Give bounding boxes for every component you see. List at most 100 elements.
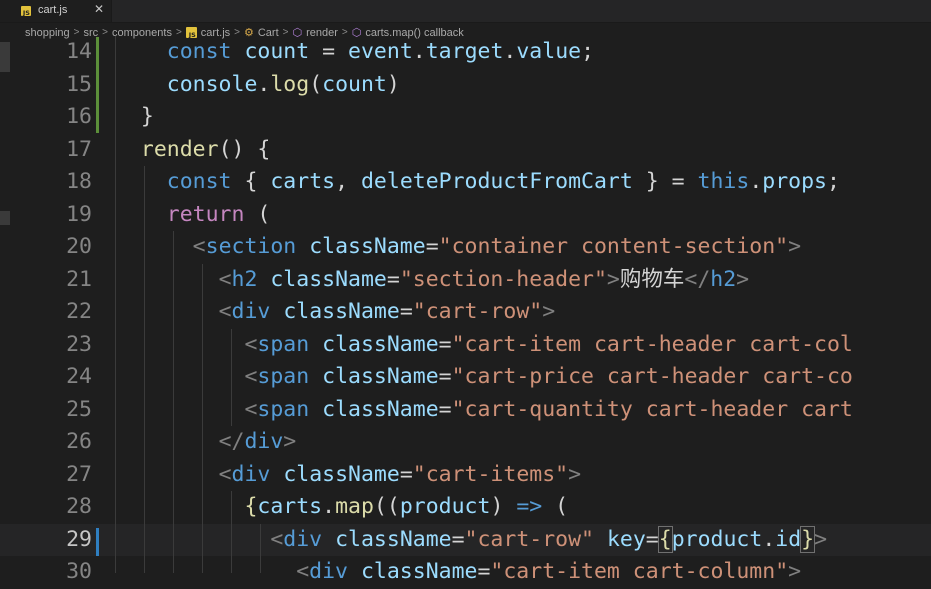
code-text: <div className="cart-item cart-column">: [115, 556, 801, 589]
code-token: ((: [373, 494, 400, 519]
code-text: console.log(count): [115, 69, 400, 102]
code-token: <: [244, 396, 258, 422]
code-token: console: [166, 71, 258, 97]
code-token: "cart-item cart-column": [490, 559, 789, 584]
code-token: "cart-items": [412, 461, 569, 487]
code-token: ;: [827, 169, 840, 194]
code-token: props: [762, 169, 828, 194]
code-token: <: [218, 299, 232, 324]
indent-guide: [144, 166, 145, 573]
code-token: value: [516, 39, 582, 64]
code-token: id: [775, 526, 802, 552]
code-token: .: [749, 169, 763, 194]
indent-guide: [173, 231, 174, 573]
code-token: =: [399, 299, 413, 324]
code-token: <: [244, 331, 258, 357]
code-token: map: [335, 494, 374, 519]
tab-label: cart.js: [38, 4, 68, 16]
close-icon[interactable]: ✕: [94, 2, 104, 16]
code-token: <: [192, 234, 206, 259]
code-line[interactable]: 24 <span className="cart-price cart-head…: [0, 361, 931, 394]
code-line[interactable]: 17 render() {: [0, 134, 931, 167]
code-token: className: [322, 396, 439, 422]
git-modified-marker: [96, 37, 99, 133]
code-token: =: [399, 461, 413, 487]
code-editor[interactable]: 30 <div className="cart-item cart-column…: [0, 36, 931, 584]
code-token: <: [218, 266, 232, 292]
code-line[interactable]: 15 console.log(count): [0, 69, 931, 102]
code-token: =: [438, 396, 452, 422]
code-line[interactable]: 29 <div className="cart-row" key={produc…: [0, 523, 931, 556]
code-text: <div className="cart-row">: [115, 296, 556, 329]
code-line[interactable]: 27 <div className="cart-items">: [0, 459, 931, 492]
code-token: }: [800, 525, 816, 553]
code-line[interactable]: 22 <div className="cart-row">: [0, 296, 931, 329]
line-number: 29: [66, 526, 92, 552]
line-number: 16: [66, 104, 92, 129]
line-number: 28: [66, 494, 92, 519]
code-line[interactable]: 18 const { carts, deleteProductFromCart …: [0, 166, 931, 199]
code-token: } =: [632, 169, 698, 194]
line-number: 18: [66, 169, 92, 194]
code-line[interactable]: 26 </div>: [0, 426, 931, 459]
code-token: >: [736, 266, 750, 292]
code-token: {: [657, 525, 673, 553]
code-token: .: [762, 526, 776, 552]
code-token: className: [360, 559, 478, 584]
line-number: 27: [66, 461, 92, 487]
code-line[interactable]: 21 <h2 className="section-header">购物车</h…: [0, 264, 931, 297]
line-number: 26: [66, 429, 92, 454]
code-text: <span className="cart-quantity cart-head…: [115, 394, 853, 427]
line-number: 24: [66, 364, 92, 389]
code-token: span: [257, 331, 310, 357]
code-token: "section-header": [399, 266, 607, 292]
code-token: render: [140, 136, 219, 162]
code-token: >: [814, 526, 828, 552]
code-line[interactable]: 19 return (: [0, 199, 931, 232]
code-token: ): [490, 494, 517, 519]
code-line[interactable]: 20 <section className="container content…: [0, 231, 931, 264]
line-number: 17: [66, 136, 92, 162]
line-number: 30: [66, 559, 92, 584]
code-text: <h2 className="section-header">购物车</h2>: [115, 264, 750, 297]
code-token: div: [231, 299, 271, 324]
code-token: className: [309, 234, 426, 259]
code-line[interactable]: 16 }: [0, 101, 931, 134]
tab-cart-js[interactable]: JS cart.js ✕: [0, 0, 112, 22]
code-token: "cart-quantity cart-header cart: [451, 396, 853, 422]
code-token: =>: [516, 494, 543, 519]
code-line[interactable]: 28 {carts.map((product) => (: [0, 491, 931, 524]
code-line[interactable]: 25 <span className="cart-quantity cart-h…: [0, 394, 931, 427]
code-token: .: [412, 39, 426, 64]
code-token: className: [270, 266, 387, 292]
code-token: =: [386, 266, 400, 292]
code-token: () {: [218, 136, 271, 162]
code-text: render() {: [115, 134, 270, 167]
code-token: count: [244, 39, 310, 64]
code-token: const: [166, 39, 232, 64]
code-line[interactable]: 23 <span className="cart-item cart-heade…: [0, 329, 931, 362]
indent-guide: [260, 524, 261, 573]
code-token: product: [671, 526, 763, 552]
code-token: .: [322, 494, 336, 519]
code-line[interactable]: 30 <div className="cart-item cart-column…: [0, 556, 931, 589]
line-number: 23: [66, 331, 92, 357]
code-token: (: [244, 201, 271, 227]
code-token: 购物车: [619, 266, 685, 292]
code-line[interactable]: 14 const count = event.target.value;: [0, 36, 931, 69]
